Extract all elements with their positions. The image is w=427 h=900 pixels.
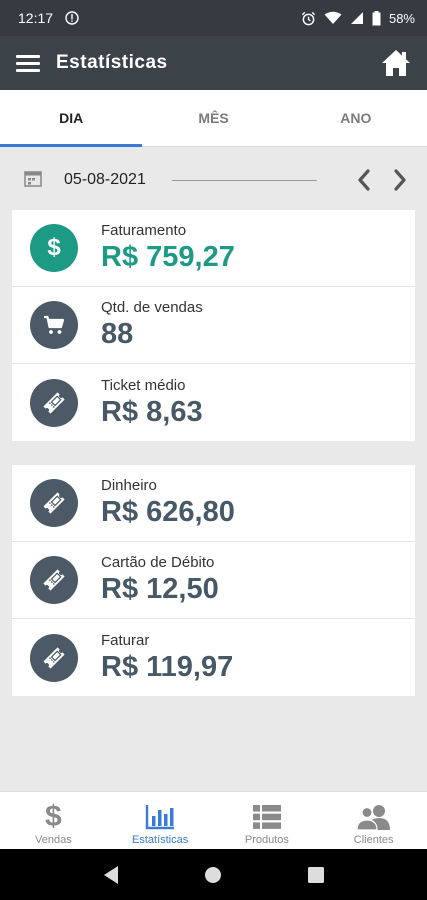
battery-level: 58% — [388, 10, 415, 26]
ticket-icon — [30, 633, 78, 682]
battery-icon — [372, 10, 381, 26]
page-title: Estatísticas — [56, 52, 168, 73]
tab-dia[interactable]: DIA — [0, 90, 143, 147]
stat-value: R$ 12,50 — [101, 573, 219, 605]
stat-label: Faturamento — [101, 222, 187, 239]
bar-chart-icon — [145, 800, 175, 834]
system-nav-bar — [0, 849, 427, 900]
recents-square-icon — [307, 866, 324, 883]
alarm-icon — [301, 11, 316, 26]
ticket-icon — [30, 378, 78, 427]
previous-day-button[interactable] — [353, 165, 375, 195]
stat-label: Dinheiro — [101, 477, 157, 494]
nav-label: Produtos — [244, 834, 289, 846]
ticket-icon — [30, 479, 78, 527]
nav-label: Clientes — [353, 834, 394, 846]
stat-value: R$ 119,97 — [101, 650, 234, 683]
list-item-faturamento: $ Faturamento R$ 759,27 — [12, 210, 415, 287]
nav-item-produtos[interactable]: Produtos — [214, 792, 321, 849]
stat-value: R$ 8,63 — [101, 395, 203, 428]
selected-date[interactable]: 05-08-2021 — [64, 171, 146, 189]
bottom-nav: $ Vendas Estatísticas Produtos Clientes — [0, 791, 427, 849]
stat-value: R$ 759,27 — [101, 241, 235, 273]
list-icon — [252, 800, 282, 834]
chevron-left-icon — [358, 169, 370, 191]
list-item-faturar: Faturar R$ 119,97 — [12, 619, 415, 696]
nav-item-estatisticas[interactable]: Estatísticas — [107, 792, 214, 849]
list-item-cartao-debito: Cartão de Débito R$ 12,50 — [12, 542, 415, 619]
tab-mes[interactable]: MÊS — [142, 90, 284, 146]
app-bar: Estatísticas — [0, 36, 427, 90]
menu-icon[interactable] — [16, 51, 40, 75]
date-divider — [171, 179, 317, 181]
list-item-dinheiro: Dinheiro R$ 626,80 — [12, 465, 415, 542]
nav-item-clientes[interactable]: Clientes — [320, 792, 427, 849]
stat-value: R$ 626,80 — [101, 496, 235, 528]
list-item-ticket-medio: Ticket médio R$ 8,63 — [12, 364, 415, 441]
next-day-button[interactable] — [389, 165, 411, 195]
ticket-icon — [30, 556, 78, 604]
dollar-icon: $ — [30, 224, 78, 272]
home-system-button[interactable] — [193, 855, 233, 895]
home-circle-icon — [205, 866, 222, 883]
back-button[interactable] — [91, 855, 131, 895]
stat-label: Faturar — [101, 631, 150, 649]
date-bar: 05-08-2021 — [0, 160, 427, 200]
status-time: 12:17 — [18, 10, 54, 26]
chevron-right-icon — [394, 169, 406, 191]
nav-label: Vendas — [35, 834, 72, 846]
info-icon — [65, 11, 79, 25]
recents-button[interactable] — [296, 855, 336, 895]
summary-card: $ Faturamento R$ 759,27 Qtd. de vendas 8… — [12, 210, 415, 441]
list-item-qtd-vendas: Qtd. de vendas 88 — [12, 287, 415, 364]
tab-ano[interactable]: ANO — [285, 90, 427, 146]
back-triangle-icon — [104, 865, 119, 884]
stat-value: 88 — [101, 318, 134, 350]
home-button[interactable] — [379, 46, 413, 80]
wifi-icon — [324, 11, 342, 25]
signal-icon — [350, 11, 364, 25]
users-icon — [355, 800, 393, 834]
period-tabs: DIA MÊS ANO — [0, 90, 427, 147]
payments-card: Dinheiro R$ 626,80 Cartão de Débito R$ 1… — [12, 465, 415, 696]
stat-label: Ticket médio — [101, 376, 186, 394]
nav-label: Estatísticas — [132, 834, 189, 846]
home-icon — [382, 50, 410, 76]
dollar-sign-icon: $ — [45, 800, 62, 833]
stat-label: Cartão de Débito — [101, 554, 215, 571]
cart-icon — [30, 301, 78, 349]
calendar-icon[interactable] — [24, 169, 42, 192]
nav-item-vendas[interactable]: $ Vendas — [0, 792, 107, 849]
status-bar: 12:17 58% — [0, 0, 427, 36]
stat-label: Qtd. de vendas — [101, 299, 203, 316]
